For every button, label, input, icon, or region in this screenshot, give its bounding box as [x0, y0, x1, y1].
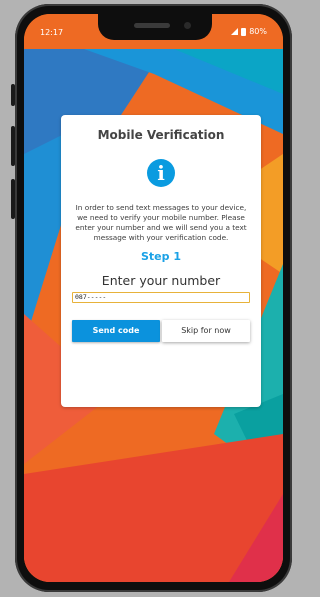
speaker-grille	[134, 23, 170, 28]
phone-frame: 12:17 80% Mobile Verification i In order…	[11, 4, 292, 592]
verification-dialog: Mobile Verification i In order to send t…	[61, 115, 261, 407]
skip-for-now-button[interactable]: Skip for now	[162, 320, 250, 342]
phone-notch	[98, 14, 212, 40]
battery-percentage: 80%	[249, 27, 267, 36]
phone-volume-up-button	[11, 126, 15, 166]
enter-number-prompt: Enter your number	[101, 273, 221, 288]
phone-side-button	[11, 84, 15, 106]
phone-volume-down-button	[11, 179, 15, 219]
step-label: Step 1	[141, 250, 181, 263]
dialog-description: In order to send text messages to your d…	[75, 203, 247, 242]
phone-screen: 12:17 80% Mobile Verification i In order…	[24, 14, 283, 582]
status-indicators: 80%	[231, 27, 267, 36]
status-time: 12:17	[40, 28, 64, 37]
send-code-button[interactable]: Send code	[72, 320, 160, 342]
phone-number-input[interactable]: 087-----	[72, 292, 250, 303]
battery-icon	[241, 27, 247, 36]
dialog-title: Mobile Verification	[97, 128, 225, 142]
front-camera	[184, 22, 191, 29]
signal-icon	[231, 28, 239, 35]
info-icon: i	[147, 159, 175, 187]
